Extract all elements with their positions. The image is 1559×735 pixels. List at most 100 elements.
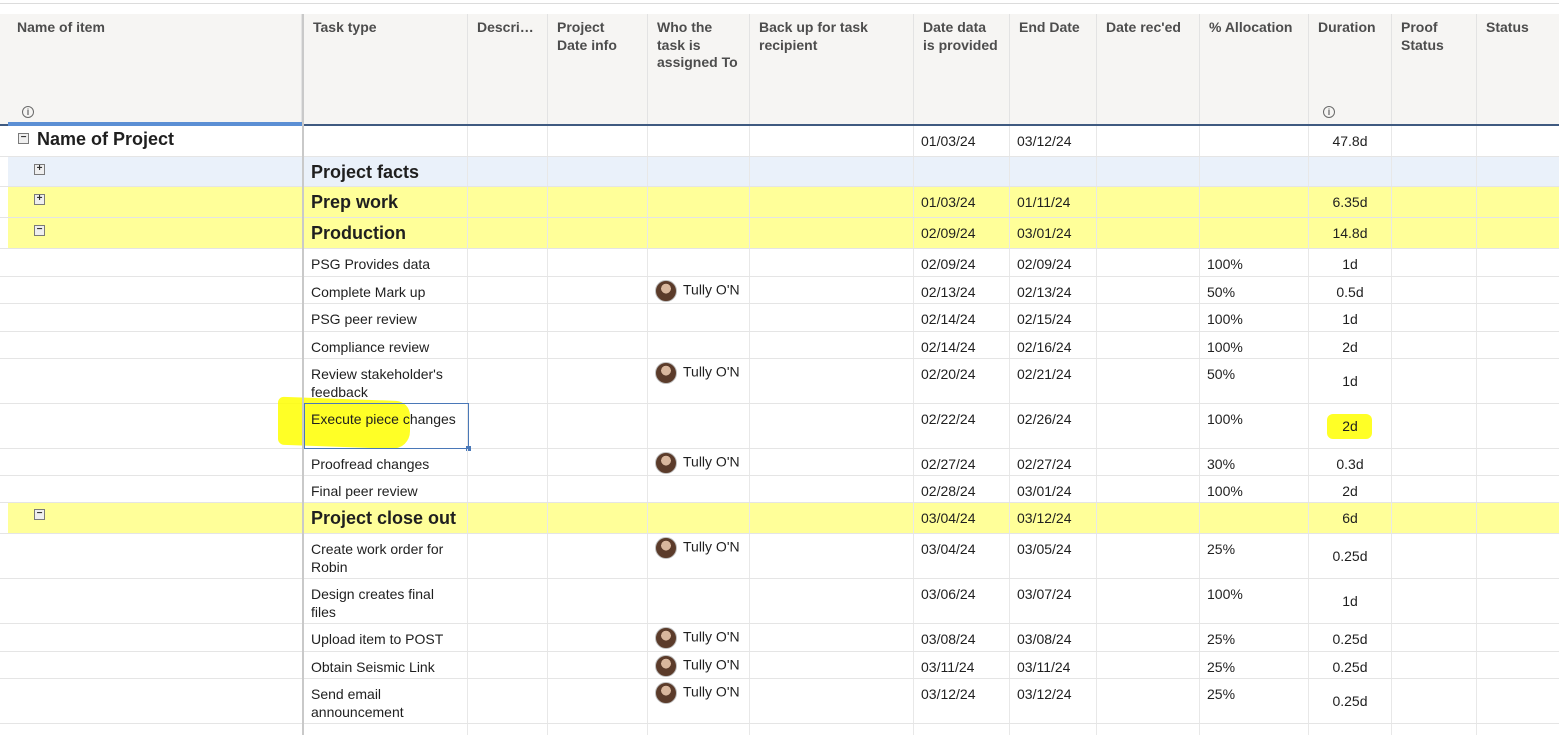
col-header-backup[interactable]: Back up for task recipient xyxy=(750,14,914,124)
cell-task-type[interactable]: Complete Mark up xyxy=(304,277,468,303)
cell-status[interactable] xyxy=(1477,503,1559,533)
cell-proof-status[interactable] xyxy=(1392,126,1477,156)
cell-end-date[interactable] xyxy=(1010,157,1097,186)
cell-duration[interactable]: 6d xyxy=(1309,503,1392,533)
cell-proof-status[interactable] xyxy=(1392,503,1477,533)
cell-backup[interactable] xyxy=(750,359,914,403)
cell-end-date[interactable]: 02/21/24 xyxy=(1010,359,1097,403)
cell-status[interactable] xyxy=(1477,218,1559,248)
cell-start-date[interactable]: 02/13/24 xyxy=(914,277,1010,303)
cell-backup[interactable] xyxy=(750,249,914,276)
cell-description[interactable] xyxy=(468,304,548,331)
cell-date-reced[interactable] xyxy=(1097,187,1200,217)
minus-box-icon[interactable]: − xyxy=(18,133,29,144)
cell-proof-status[interactable] xyxy=(1392,332,1477,358)
cell-allocation[interactable] xyxy=(1200,187,1309,217)
cell-duration[interactable] xyxy=(1309,724,1392,735)
group-label[interactable]: Prep work xyxy=(304,187,468,217)
cell-duration[interactable]: 1d xyxy=(1309,304,1392,331)
cell-start-date[interactable]: 03/12/24 xyxy=(914,679,1010,723)
cell-assigned-to[interactable]: Tully O'N xyxy=(648,534,750,578)
cell-end-date[interactable]: 03/12/24 xyxy=(1010,126,1097,156)
cell-end-date[interactable]: 02/09/24 xyxy=(1010,249,1097,276)
cell-description[interactable] xyxy=(468,476,548,502)
cell-allocation[interactable]: 25% xyxy=(1200,679,1309,723)
cell-date-reced[interactable] xyxy=(1097,277,1200,303)
cell-task-type[interactable]: Design creates final files xyxy=(304,579,468,623)
cell-project-date-info[interactable] xyxy=(548,249,648,276)
cell-status[interactable] xyxy=(1477,579,1559,623)
cell-duration[interactable]: 1d xyxy=(1309,249,1392,276)
cell-proof-status[interactable] xyxy=(1392,449,1477,475)
cell-task-type[interactable]: Upload item to POST xyxy=(304,624,468,651)
cell-task-type[interactable]: PSG peer review xyxy=(304,304,468,331)
cell-assigned-to[interactable] xyxy=(648,187,750,217)
cell-task-type[interactable]: Create work order for Robin xyxy=(304,534,468,578)
cell-end-date[interactable]: 02/15/24 xyxy=(1010,304,1097,331)
cell-assigned-to[interactable]: Tully O'N xyxy=(648,624,750,651)
cell-allocation[interactable]: 25% xyxy=(1200,624,1309,651)
cell-end-date[interactable]: 03/05/24 xyxy=(1010,534,1097,578)
cell-date-reced[interactable] xyxy=(1097,476,1200,502)
cell-end-date[interactable]: 03/11/24 xyxy=(1010,652,1097,678)
cell-backup[interactable] xyxy=(750,579,914,623)
cell-date-reced[interactable] xyxy=(1097,249,1200,276)
cell-description[interactable] xyxy=(468,359,548,403)
cell-duration[interactable] xyxy=(1309,157,1392,186)
cell-proof-status[interactable] xyxy=(1392,187,1477,217)
cell-project-date-info[interactable] xyxy=(548,449,648,475)
cell-assigned-to[interactable] xyxy=(648,157,750,186)
cell-status[interactable] xyxy=(1477,679,1559,723)
cell-task-type[interactable]: Final peer review xyxy=(304,476,468,502)
cell-description[interactable] xyxy=(468,534,548,578)
cell-status[interactable] xyxy=(1477,157,1559,186)
cell-project-date-info[interactable] xyxy=(548,304,648,331)
cell-project-date-info[interactable] xyxy=(548,187,648,217)
cell-status[interactable] xyxy=(1477,624,1559,651)
cell-backup[interactable] xyxy=(750,187,914,217)
cell-description[interactable] xyxy=(468,157,548,186)
group-row-project-facts[interactable]: + Project facts xyxy=(0,157,1559,187)
cell-start-date[interactable]: 03/04/24 xyxy=(914,503,1010,533)
cell-assigned-to[interactable] xyxy=(648,126,750,156)
cell-assigned-to[interactable]: Tully O'N xyxy=(648,359,750,403)
cell-backup[interactable] xyxy=(750,724,914,735)
cell-proof-status[interactable] xyxy=(1392,724,1477,735)
task-row[interactable]: Create work order for Robin Tully O'N 03… xyxy=(0,534,1559,579)
cell-description[interactable] xyxy=(468,579,548,623)
cell-proof-status[interactable] xyxy=(1392,359,1477,403)
cell-end-date[interactable]: 03/12/24 xyxy=(1010,679,1097,723)
cell-start-date[interactable]: 02/09/24 xyxy=(914,218,1010,248)
minus-box-icon[interactable]: − xyxy=(34,225,45,236)
cell-status[interactable] xyxy=(1477,304,1559,331)
cell-date-reced[interactable] xyxy=(1097,404,1200,448)
cell-task-type[interactable]: Review stakeholder's feedback xyxy=(304,359,468,403)
cell-status[interactable] xyxy=(1477,126,1559,156)
cell-date-reced[interactable] xyxy=(1097,503,1200,533)
cell-proof-status[interactable] xyxy=(1392,277,1477,303)
task-row[interactable]: Review stakeholder's feedback Tully O'N … xyxy=(0,359,1559,404)
cell-project-date-info[interactable] xyxy=(548,218,648,248)
cell-allocation[interactable]: 100% xyxy=(1200,476,1309,502)
cell-backup[interactable] xyxy=(750,679,914,723)
cell-start-date[interactable]: 02/28/24 xyxy=(914,476,1010,502)
cell-backup[interactable] xyxy=(750,157,914,186)
cell-start-date[interactable]: 02/09/24 xyxy=(914,249,1010,276)
col-header-date-data-provided[interactable]: Date data is provided xyxy=(914,14,1010,124)
cell-proof-status[interactable] xyxy=(1392,579,1477,623)
cell-project-date-info[interactable] xyxy=(548,503,648,533)
col-header-end-date[interactable]: End Date xyxy=(1010,14,1097,124)
cell-start-date[interactable]: 03/06/24 xyxy=(914,579,1010,623)
cell-project-date-info[interactable] xyxy=(548,359,648,403)
cell-end-date[interactable]: 02/26/24 xyxy=(1010,404,1097,448)
cell-allocation[interactable]: 50% xyxy=(1200,359,1309,403)
cell-allocation[interactable] xyxy=(1200,218,1309,248)
cell-date-reced[interactable] xyxy=(1097,157,1200,186)
cell-backup[interactable] xyxy=(750,503,914,533)
frozen-column-divider[interactable] xyxy=(302,14,304,735)
cell-project-date-info[interactable] xyxy=(548,332,648,358)
cell-assigned-to[interactable] xyxy=(648,503,750,533)
cell-task-type[interactable]: Proofread changes xyxy=(304,449,468,475)
cell-duration[interactable]: 0.5d xyxy=(1309,277,1392,303)
group-row-production[interactable]: − Production 02/09/24 03/01/24 14.8d xyxy=(0,218,1559,249)
